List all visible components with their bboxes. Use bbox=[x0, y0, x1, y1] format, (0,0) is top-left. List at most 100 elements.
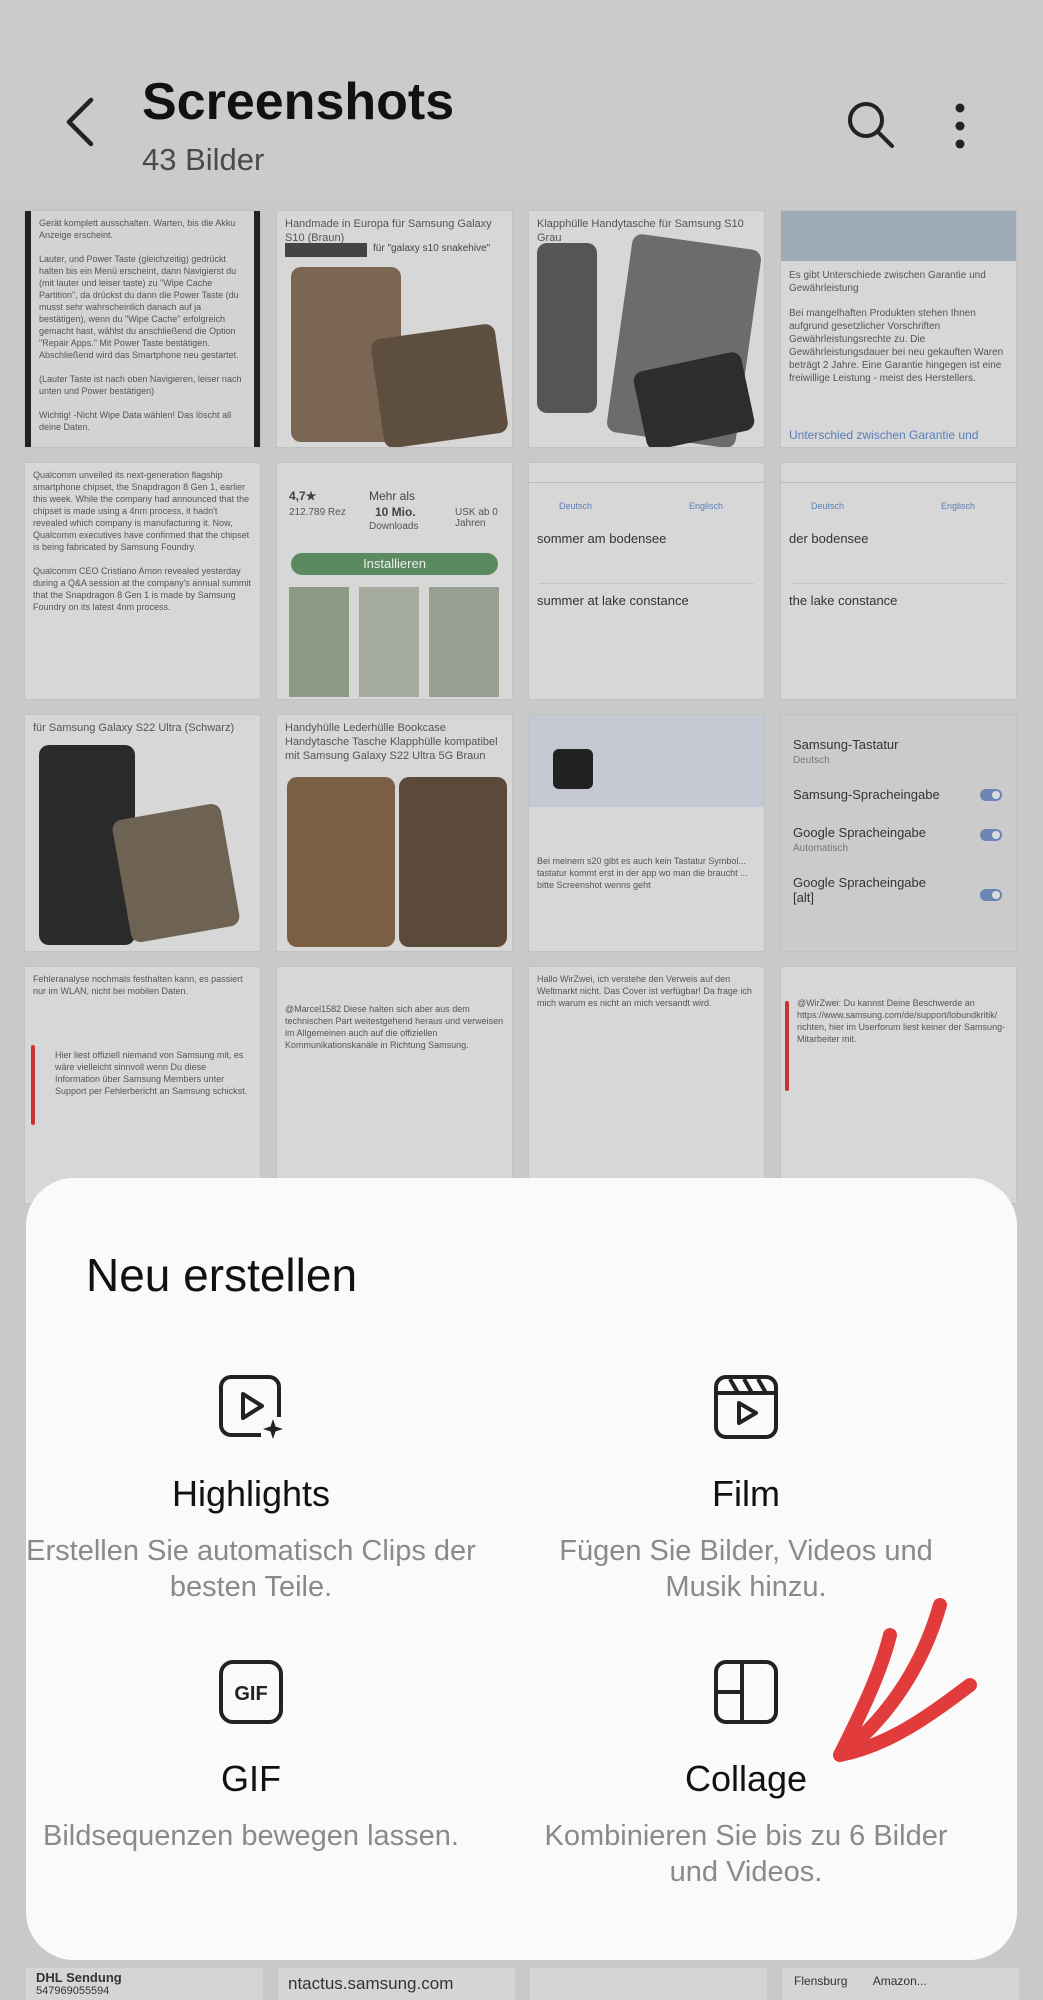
screenshot-thumbnail[interactable]: Klapphülle Handytasche für Samsung S10 G… bbox=[528, 210, 765, 448]
setting-item: Samsung-Spracheingabe bbox=[793, 787, 940, 802]
screenshot-thumbnail[interactable]: Hallo WirZwei, ich verstehe den Verweis … bbox=[528, 966, 765, 1204]
toggle-switch bbox=[980, 789, 1002, 801]
screenshot-thumbnail[interactable]: für Samsung Galaxy S22 Ultra (Schwarz) bbox=[24, 714, 261, 952]
amazon-tips-badge bbox=[285, 243, 367, 257]
app-header: Screenshots 43 Bilder bbox=[0, 0, 1043, 200]
screenshot-thumbnail[interactable]: Handyhülle Lederhülle Bookcase Handytasc… bbox=[276, 714, 513, 952]
thumbnail-link: Unterschied zwischen Garantie und bbox=[789, 428, 979, 442]
thumbnail-text: Es gibt Unterschiede zwischen Garantie u… bbox=[789, 270, 986, 294]
chevron-left-icon bbox=[66, 97, 94, 147]
film-icon bbox=[714, 1375, 778, 1439]
app-preview-image bbox=[429, 587, 499, 697]
downloads-label: Mehr als bbox=[369, 489, 416, 503]
screenshot-thumbnail[interactable]: Bei meinem s20 gibt es auch kein Tastatu… bbox=[528, 714, 765, 952]
screenshot-thumbnail[interactable]: @WirZwei: Du kannst Deine Beschwerde an … bbox=[780, 966, 1017, 1204]
more-vert-icon bbox=[955, 103, 965, 149]
target-language: Englisch bbox=[941, 501, 976, 511]
tab-label: Flensburg bbox=[794, 1974, 848, 1988]
phone-case-image bbox=[537, 243, 597, 413]
install-button: Installieren bbox=[291, 553, 498, 575]
source-text: sommer am bodensee bbox=[537, 531, 667, 546]
more-options-button[interactable] bbox=[940, 98, 980, 154]
screenshot-thumbnail[interactable]: Flensburg Amazon... bbox=[782, 1968, 1019, 2000]
red-mark bbox=[31, 1045, 35, 1125]
thumbnail-text: Handmade in Europa für Samsung Galaxy S1… bbox=[285, 218, 492, 244]
toggle-switch bbox=[980, 829, 1002, 841]
translated-text: the lake constance bbox=[789, 593, 898, 608]
option-description: Erstellen Sie automatisch Clips der best… bbox=[26, 1535, 476, 1603]
screenshot-thumbnail[interactable]: Handmade in Europa für Samsung Galaxy S1… bbox=[276, 210, 513, 448]
downloads-sub: Downloads bbox=[369, 521, 419, 532]
wallet-case-image bbox=[399, 777, 507, 947]
screenshot-thumbnail[interactable]: DHL Sendung 547969055594 bbox=[26, 1968, 263, 2000]
thumbnail-text: für Samsung Galaxy S22 Ultra (Schwarz) bbox=[33, 722, 235, 734]
app-preview-image bbox=[289, 587, 349, 697]
wallet-case-image bbox=[287, 777, 395, 947]
thumbnail-text: Bei mangelhaften Produkten stehen Ihnen … bbox=[789, 308, 1004, 384]
tab-bar bbox=[529, 463, 764, 483]
keyboard-icon bbox=[553, 749, 593, 789]
thumbnail-text: Bei meinem s20 gibt es auch kein Tastatu… bbox=[537, 856, 748, 890]
setting-sub: Deutsch bbox=[793, 755, 830, 766]
screenshot-thumbnail[interactable]: Deutsch Englisch sommer am bodensee summ… bbox=[528, 462, 765, 700]
screenshot-thumbnail[interactable]: @Marcel1582 Diese halten sich aber aus d… bbox=[276, 966, 513, 1204]
rating-text: 4,7★ bbox=[289, 489, 317, 503]
gif-option[interactable]: GIF GIF Bildsequenzen bewegen lassen. bbox=[26, 1658, 476, 1854]
screenshot-thumbnail[interactable]: Qualcomm unveiled its next-generation fl… bbox=[24, 462, 261, 700]
sheet-title: Neu erstellen bbox=[86, 1249, 358, 1301]
thumbnail-text: Gerät komplett ausschalten. Warten, bis … bbox=[39, 218, 242, 432]
setting-item: Google Spracheingabe [alt] bbox=[793, 875, 926, 905]
option-label: GIF bbox=[221, 1758, 281, 1799]
search-button[interactable] bbox=[842, 96, 898, 152]
option-label: Film bbox=[712, 1473, 780, 1514]
page-title: Screenshots bbox=[142, 73, 455, 131]
source-text: der bodensee bbox=[789, 531, 869, 546]
downloads-value: 10 Mio. bbox=[375, 505, 416, 519]
back-button[interactable] bbox=[55, 92, 105, 152]
setting-sub: Automatisch bbox=[793, 843, 849, 854]
divider bbox=[539, 583, 754, 584]
target-language: Englisch bbox=[689, 501, 724, 511]
divider bbox=[791, 583, 1006, 584]
thumbnail-text: DHL Sendung bbox=[36, 1970, 122, 1985]
usk-text: USK ab 0 Jahren bbox=[455, 507, 498, 529]
url-text: ntactus.samsung.com bbox=[288, 1974, 454, 1993]
source-language: Deutsch bbox=[811, 501, 845, 511]
tab-label: Amazon... bbox=[872, 1974, 927, 1988]
thumbnail-text: 547969055594 bbox=[36, 1985, 110, 1997]
thumbnail-text: Fehleranalyse nochmals festhalten kann, … bbox=[33, 974, 243, 996]
setting-item: Google Spracheingabe bbox=[793, 825, 926, 840]
thumbnail-text: @Marcel1582 Diese halten sich aber aus d… bbox=[285, 1004, 504, 1050]
highlights-icon bbox=[219, 1375, 285, 1441]
option-label: Highlights bbox=[171, 1473, 331, 1514]
thumbnail-text: Hallo WirZwei, ich verstehe den Verweis … bbox=[537, 974, 752, 1008]
search-icon bbox=[848, 102, 894, 148]
screenshot-thumbnail[interactable]: 4,7★ 212.789 Rez Mehr als 10 Mio. Downlo… bbox=[276, 462, 513, 700]
screenshot-thumbnail[interactable]: Samsung-Tastatur Deutsch Samsung-Sprache… bbox=[780, 714, 1017, 952]
svg-text:GIF: GIF bbox=[234, 1683, 267, 1705]
app-preview-image bbox=[359, 587, 419, 697]
tile-edge bbox=[254, 211, 260, 447]
source-language: Deutsch bbox=[559, 501, 593, 511]
thumbnail-text: für "galaxy s10 snakehive" bbox=[373, 243, 491, 254]
reviews-text: 212.789 Rez bbox=[289, 507, 346, 518]
film-option[interactable]: Film Fügen Sie Bilder, Videos und Musik … bbox=[521, 1373, 971, 1605]
tile-edge bbox=[25, 211, 31, 447]
setting-item: Samsung-Tastatur bbox=[793, 737, 899, 752]
screenshot-thumbnail[interactable]: ntactus.samsung.com bbox=[278, 1968, 515, 2000]
thumbnail-image-strip bbox=[781, 211, 1016, 261]
highlights-option[interactable]: Highlights Erstellen Sie automatisch Cli… bbox=[26, 1373, 476, 1605]
screenshot-thumbnail[interactable] bbox=[530, 1968, 767, 2000]
phone-case-image bbox=[111, 802, 241, 944]
toggle-switch bbox=[980, 889, 1002, 901]
image-count: 43 Bilder bbox=[142, 142, 265, 177]
thumbnail-text: @WirZwei: Du kannst Deine Beschwerde an … bbox=[797, 998, 1006, 1044]
screenshot-thumbnail[interactable]: Fehleranalyse nochmals festhalten kann, … bbox=[24, 966, 261, 1204]
wallet-case-image bbox=[369, 322, 510, 447]
screenshot-thumbnail[interactable]: Deutsch Englisch der bodensee the lake c… bbox=[780, 462, 1017, 700]
screenshot-thumbnail[interactable]: Gerät komplett ausschalten. Warten, bis … bbox=[24, 210, 261, 448]
thumbnail-text: Handyhülle Lederhülle Bookcase Handytasc… bbox=[285, 722, 498, 762]
red-mark bbox=[785, 1001, 789, 1091]
screenshot-thumbnail[interactable]: Es gibt Unterschiede zwischen Garantie u… bbox=[780, 210, 1017, 448]
thumbnail-text: Qualcomm unveiled its next-generation fl… bbox=[33, 470, 251, 612]
